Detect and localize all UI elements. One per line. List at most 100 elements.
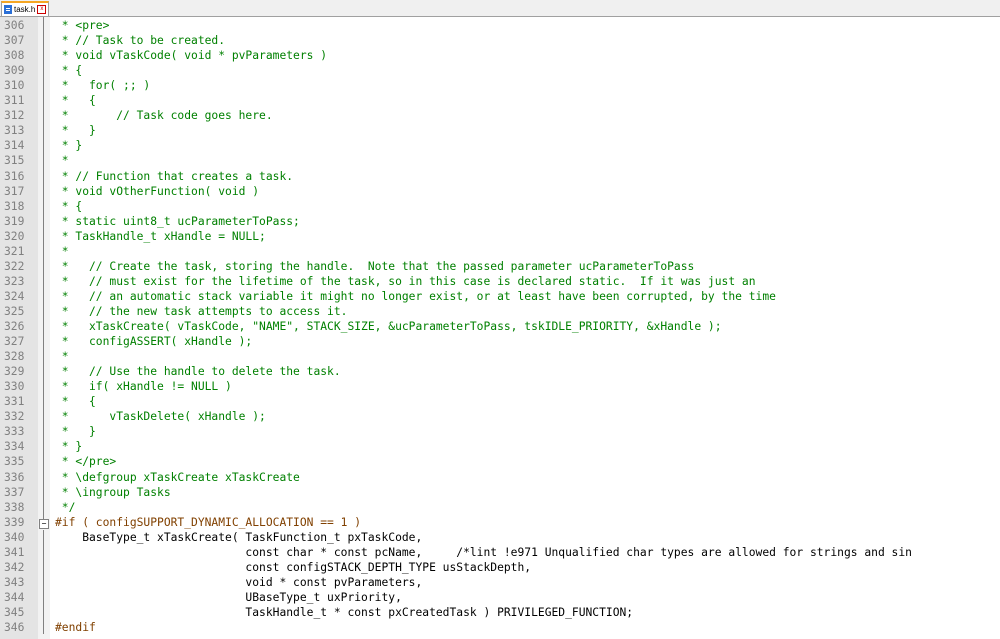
line-number: 308 <box>4 49 25 63</box>
code-line[interactable]: 332 * vTaskDelete( xHandle ); <box>0 409 1000 424</box>
line-number: 311 <box>4 94 25 108</box>
line-number: 332 <box>4 410 25 424</box>
code-text: * } <box>55 440 83 454</box>
code-line[interactable]: 316 * // Function that creates a task. <box>0 169 1000 184</box>
code-line[interactable]: 338 */ <box>0 500 1000 515</box>
code-line[interactable]: 336 * \defgroup xTaskCreate xTaskCreate <box>0 470 1000 485</box>
code-line[interactable]: 323 * // must exist for the lifetime of … <box>0 274 1000 289</box>
line-number: 314 <box>4 139 25 153</box>
code-text: * configASSERT( xHandle ); <box>55 335 253 349</box>
line-number: 330 <box>4 380 25 394</box>
line-number: 327 <box>4 335 25 349</box>
code-line[interactable]: 342 const configSTACK_DEPTH_TYPE usStack… <box>0 560 1000 575</box>
line-number: 324 <box>4 289 25 303</box>
code-line[interactable]: 310 * for( ;; ) <box>0 78 1000 93</box>
line-number: 338 <box>4 500 25 514</box>
code-line[interactable]: 328 * <box>0 349 1000 364</box>
code-line[interactable]: 318 * { <box>0 199 1000 214</box>
line-number: 322 <box>4 259 25 273</box>
code-line[interactable]: 345 TaskHandle_t * const pxCreatedTask )… <box>0 605 1000 620</box>
code-line[interactable]: 306 * <pre> <box>0 18 1000 33</box>
code-line[interactable]: 321 * <box>0 244 1000 259</box>
line-number: 337 <box>4 485 25 499</box>
tab-task-h[interactable]: task.h x <box>1 1 49 16</box>
line-number: 306 <box>4 19 25 32</box>
line-number: 336 <box>4 470 25 484</box>
code-text: * // the new task attempts to access it. <box>55 304 348 318</box>
code-editor[interactable]: − 306 * <pre> 307 * // Task to be created… <box>0 17 1000 639</box>
code-line[interactable]: 326 * xTaskCreate( vTaskCode, "NAME", ST… <box>0 319 1000 334</box>
line-number: 316 <box>4 169 25 183</box>
code-line[interactable]: 307 * // Task to be created. <box>0 33 1000 48</box>
line-number: 343 <box>4 575 25 589</box>
code-text: */ <box>55 500 76 514</box>
line-number: 317 <box>4 184 25 198</box>
code-line[interactable]: 340 BaseType_t xTaskCreate( TaskFunction… <box>0 530 1000 545</box>
code-text: * static uint8_t ucParameterToPass; <box>55 214 300 228</box>
code-line[interactable]: 312 * // Task code goes here. <box>0 108 1000 123</box>
code-text: * <box>55 154 69 168</box>
tab-bar: task.h x <box>0 0 1000 17</box>
code-text: * // Function that creates a task. <box>55 169 294 183</box>
code-line[interactable]: 315 * <box>0 153 1000 168</box>
code-text: * void vTaskCode( void * pvParameters ) <box>55 49 328 63</box>
code-line[interactable]: 309 * { <box>0 63 1000 78</box>
code-line[interactable]: 339 #if ( configSUPPORT_DYNAMIC_ALLOCATIO… <box>0 515 1000 530</box>
code-line[interactable]: 311 * { <box>0 93 1000 108</box>
line-number: 333 <box>4 425 25 439</box>
line-number: 340 <box>4 530 25 544</box>
code-line[interactable]: 341 const char * const pcName, /*lint !e… <box>0 545 1000 560</box>
code-line[interactable]: 331 * { <box>0 394 1000 409</box>
code-line[interactable]: 329 * // Use the handle to delete the ta… <box>0 364 1000 379</box>
code-line[interactable]: 334 * } <box>0 439 1000 454</box>
line-number: 313 <box>4 124 25 138</box>
line-number: 339 <box>4 515 25 529</box>
code-line[interactable]: 314 * } <box>0 138 1000 153</box>
code-line[interactable]: 313 * } <box>0 123 1000 138</box>
code-text: * // Task code goes here. <box>55 109 273 123</box>
code-text: * if( xHandle != NULL ) <box>55 380 232 394</box>
line-number: 344 <box>4 590 25 604</box>
code-line[interactable]: 343 void * const pvParameters, <box>0 575 1000 590</box>
code-text: * } <box>55 124 96 138</box>
line-number: 326 <box>4 320 25 333</box>
code-line[interactable]: 322 * // Create the task, storing the ha… <box>0 259 1000 274</box>
code-line[interactable]: 344 UBaseType_t uxPriority, <box>0 590 1000 605</box>
line-number: 346 <box>4 621 25 634</box>
code-text: * TaskHandle_t xHandle = NULL; <box>55 229 266 243</box>
line-number: 323 <box>4 274 25 288</box>
code-text: * } <box>55 139 83 153</box>
code-line[interactable]: 330 * if( xHandle != NULL ) <box>0 379 1000 394</box>
code-line[interactable]: 346 #endif <box>0 620 1000 635</box>
line-number: 342 <box>4 560 25 574</box>
code-line[interactable]: 319 * static uint8_t ucParameterToPass; <box>0 214 1000 229</box>
code-line[interactable]: 317 * void vOtherFunction( void ) <box>0 184 1000 199</box>
close-icon[interactable]: x <box>37 5 47 14</box>
code-line[interactable]: 320 * TaskHandle_t xHandle = NULL; <box>0 229 1000 244</box>
code-text: const char * const pcName, /*lint !e971 … <box>55 545 912 559</box>
line-number: 310 <box>4 79 25 93</box>
code-text: * { <box>55 64 83 78</box>
file-icon <box>4 5 12 14</box>
code-text: const configSTACK_DEPTH_TYPE usStackDept… <box>55 560 532 574</box>
code-line[interactable]: 337 * \ingroup Tasks <box>0 485 1000 500</box>
code-text: * void vOtherFunction( void ) <box>55 184 260 198</box>
code-text: * \defgroup xTaskCreate xTaskCreate <box>55 470 300 484</box>
code-line[interactable]: 324 * // an automatic stack variable it … <box>0 289 1000 304</box>
line-number: 335 <box>4 455 25 469</box>
line-number: 318 <box>4 199 25 213</box>
line-number: 331 <box>4 395 25 409</box>
code-line[interactable]: 335 * </pre> <box>0 454 1000 469</box>
line-number: 307 <box>4 34 25 48</box>
code-line[interactable]: 333 * } <box>0 424 1000 439</box>
code-line[interactable]: 325 * // the new task attempts to access… <box>0 304 1000 319</box>
code-text: * // Create the task, storing the handle… <box>55 259 695 273</box>
tab-label: task.h <box>14 5 36 14</box>
code-text: BaseType_t xTaskCreate( TaskFunction_t p… <box>55 530 423 544</box>
code-line[interactable]: 308 * void vTaskCode( void * pvParameter… <box>0 48 1000 63</box>
line-number: 312 <box>4 109 25 123</box>
code-text: UBaseType_t uxPriority, <box>55 590 402 604</box>
code-line[interactable]: 327 * configASSERT( xHandle ); <box>0 334 1000 349</box>
line-number: 321 <box>4 244 25 258</box>
code-text: * </pre> <box>55 455 117 469</box>
